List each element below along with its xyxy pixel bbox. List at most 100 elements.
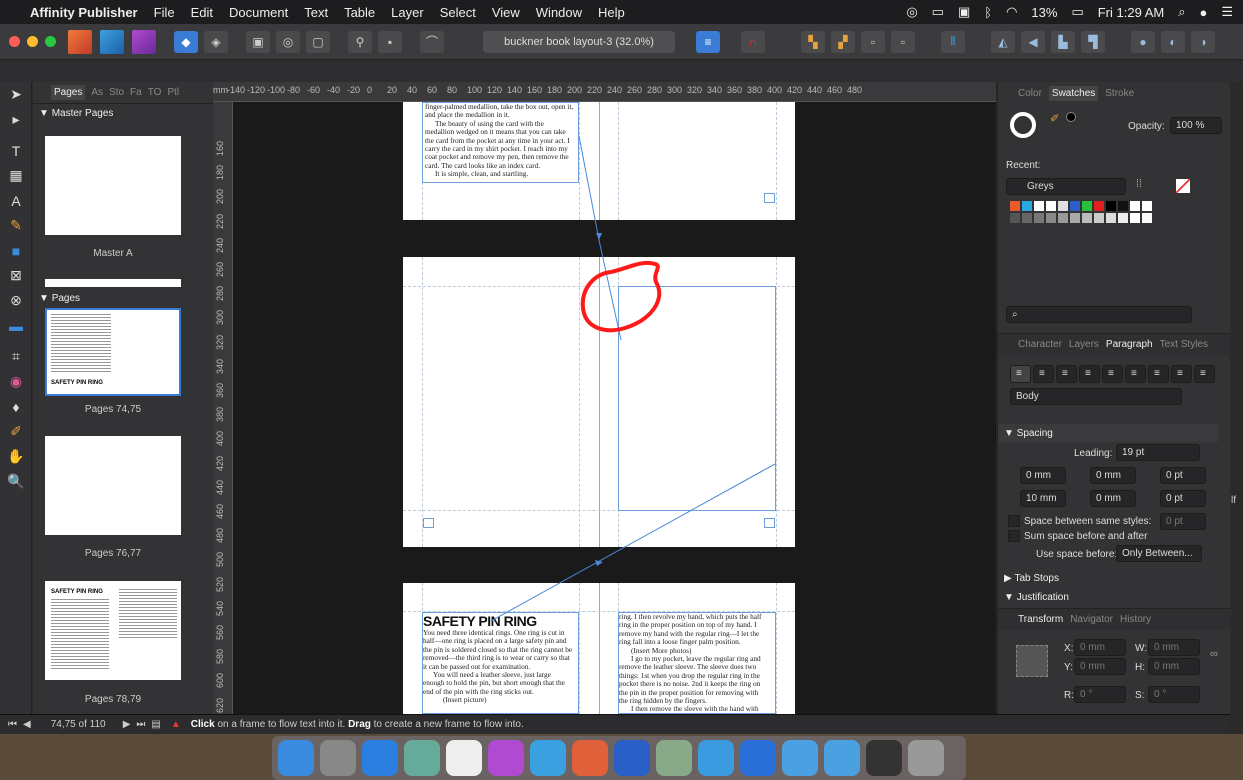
master-page-thumbnail[interactable] [45, 136, 181, 235]
color-swatch[interactable] [1010, 201, 1020, 211]
collapse-icon[interactable]: ▼ [1004, 592, 1017, 603]
justify-center-icon[interactable]: ≡ [1102, 365, 1123, 383]
first-page-icon[interactable]: ⏮ [8, 719, 17, 730]
tab-assets[interactable]: As [91, 87, 103, 98]
transparency-tool-icon[interactable]: ♦ [0, 394, 32, 419]
preview-mode-icon[interactable]: ◎ [276, 30, 300, 53]
row2-left-field[interactable]: 10 mm [1020, 490, 1066, 507]
boolean-subtract-icon[interactable]: ◐ [1161, 30, 1185, 53]
y-field[interactable]: 0 mm [1074, 658, 1126, 675]
justify-all-icon[interactable]: ≡ [1148, 365, 1169, 383]
close-window-button[interactable] [9, 36, 20, 47]
expand-icon[interactable]: ▶ [1004, 573, 1014, 584]
place-image-tool-icon[interactable]: ▬ [0, 313, 32, 338]
lock-aspect-icon[interactable]: ∞ [1210, 648, 1218, 660]
launchpad-icon[interactable] [320, 740, 356, 776]
swatch-search[interactable]: ⌕ [1006, 306, 1192, 323]
anchor-selector[interactable] [1016, 645, 1048, 677]
menu-text[interactable]: Text [304, 5, 328, 20]
color-swatch[interactable] [1082, 201, 1092, 211]
siri-icon[interactable]: ● [1199, 5, 1207, 20]
sum-space-checkbox[interactable] [1008, 530, 1020, 542]
finder-icon[interactable] [278, 740, 314, 776]
document-canvas[interactable]: finger-palmed medallion, take the box ou… [233, 102, 996, 714]
align-right-icon[interactable]: ≡ [1056, 365, 1077, 383]
arrange-forward-icon[interactable]: ▞ [831, 30, 855, 53]
transform-icon[interactable]: ▙ [1051, 30, 1075, 53]
menu-window[interactable]: Window [536, 5, 582, 20]
color-swatch[interactable] [1058, 201, 1068, 211]
tab-toc[interactable]: TO [148, 87, 162, 98]
arrange-backward-icon[interactable]: ▫ [861, 30, 885, 53]
palette-dropdown[interactable]: Greys [1006, 178, 1126, 195]
grey-swatch[interactable] [1094, 213, 1104, 223]
tab-fa[interactable]: Fa [130, 87, 142, 98]
textedit-icon[interactable] [446, 740, 482, 776]
page-indicator[interactable]: 74,75 of 110 [51, 719, 113, 730]
none-swatch-icon[interactable] [1176, 179, 1190, 193]
palette-options-icon[interactable]: ⁞⁞ [1136, 178, 1142, 190]
airplay-icon[interactable]: ▭ [932, 4, 944, 20]
battery-percent[interactable]: 13% [1031, 5, 1057, 20]
menu-edit[interactable]: Edit [191, 5, 213, 20]
horizontal-ruler[interactable]: mm -140 -120 -100 -80 -60 -40 -20 0 20 40 60 80 100 1… [213, 82, 996, 102]
tab-paragraph[interactable]: Paragraph [1106, 339, 1153, 350]
tab-character[interactable]: Character [1018, 339, 1062, 350]
tab-color[interactable]: Color [1018, 88, 1042, 99]
affinity-publisher-icon[interactable] [488, 740, 524, 776]
spread-thumbnail-74-75[interactable]: SAFETY PIN RING [45, 308, 181, 396]
color-swatch[interactable] [1106, 201, 1116, 211]
spacing-section-header[interactable]: ▼ Spacing [998, 424, 1218, 442]
pen-tool-icon[interactable]: ✎ [0, 213, 32, 238]
boolean-intersect-icon[interactable]: ◑ [1191, 30, 1215, 53]
use-space-dropdown[interactable]: Only Between... [1116, 545, 1202, 562]
control-center-icon[interactable]: ☰ [1221, 4, 1233, 20]
tab-stock[interactable]: Sto [109, 87, 124, 98]
vertical-ruler[interactable]: 160 180 200 220 240 260 280 300 320 340 360 380 400 4… [213, 102, 233, 714]
grey-swatch[interactable] [1022, 213, 1032, 223]
bleed-mode-icon[interactable]: ▢ [306, 30, 330, 53]
tab-navigator[interactable]: Navigator [1070, 614, 1113, 625]
grey-swatch[interactable] [1010, 213, 1020, 223]
tab-history[interactable]: History [1120, 614, 1151, 625]
same-styles-field[interactable]: 0 pt [1160, 513, 1206, 530]
affinity-designer-icon[interactable] [530, 740, 566, 776]
menu-layer[interactable]: Layer [391, 5, 424, 20]
arrange-front-icon[interactable]: ▚ [801, 30, 825, 53]
text-frame-icon[interactable]: ≡ [696, 30, 720, 53]
master-page-thumbnail-2[interactable] [45, 279, 181, 287]
x-field[interactable]: 0 mm [1074, 639, 1126, 656]
grey-swatch[interactable] [1058, 213, 1068, 223]
align-icon[interactable]: ⫴ [941, 30, 965, 53]
justify-left-icon[interactable]: ≡ [1079, 365, 1100, 383]
messages-icon[interactable] [698, 740, 734, 776]
master-pages-header[interactable]: ▼ Master Pages [33, 104, 213, 122]
justify-right-icon[interactable]: ≡ [1125, 365, 1146, 383]
menu-select[interactable]: Select [440, 5, 476, 20]
color-swatch[interactable] [1094, 201, 1104, 211]
snapping-icon[interactable]: ∩ [741, 30, 765, 53]
move-tool-icon[interactable]: ➤ [0, 82, 32, 107]
share-icon[interactable]: ◆ [174, 30, 198, 53]
spotlight-icon[interactable]: ⌕ [1178, 4, 1185, 20]
color-swatch[interactable] [1034, 201, 1044, 211]
current-color-icon[interactable] [1066, 112, 1076, 122]
fill-tool-icon[interactable]: ◉ [0, 369, 32, 394]
clock[interactable]: Fri 1:29 AM [1098, 5, 1164, 20]
crop-tool-icon[interactable]: ⌗ [0, 344, 32, 369]
table-tool-icon[interactable]: ▦ [0, 163, 32, 188]
left-indent-field[interactable]: 0 mm [1020, 467, 1066, 484]
arrange-back-icon[interactable]: ▫ [891, 30, 915, 53]
align-left-icon[interactable]: ≡ [1010, 365, 1031, 383]
ellipse-frame-tool-icon[interactable]: ⊗ [0, 288, 32, 313]
shear-field[interactable]: 0 ° [1148, 686, 1200, 703]
photo-persona-icon[interactable] [132, 29, 156, 54]
fill-stroke-icon[interactable] [1010, 112, 1036, 138]
grey-swatch[interactable] [1034, 213, 1044, 223]
bluetooth-icon[interactable]: ᛒ [984, 5, 992, 20]
preflight-icon[interactable]: ▲ [171, 719, 181, 730]
node-tool-icon[interactable]: ▸ [0, 107, 32, 132]
grey-swatch[interactable] [1142, 213, 1152, 223]
rectangle-tool-icon[interactable]: ■ [0, 238, 32, 263]
color-swatch[interactable] [1070, 201, 1080, 211]
